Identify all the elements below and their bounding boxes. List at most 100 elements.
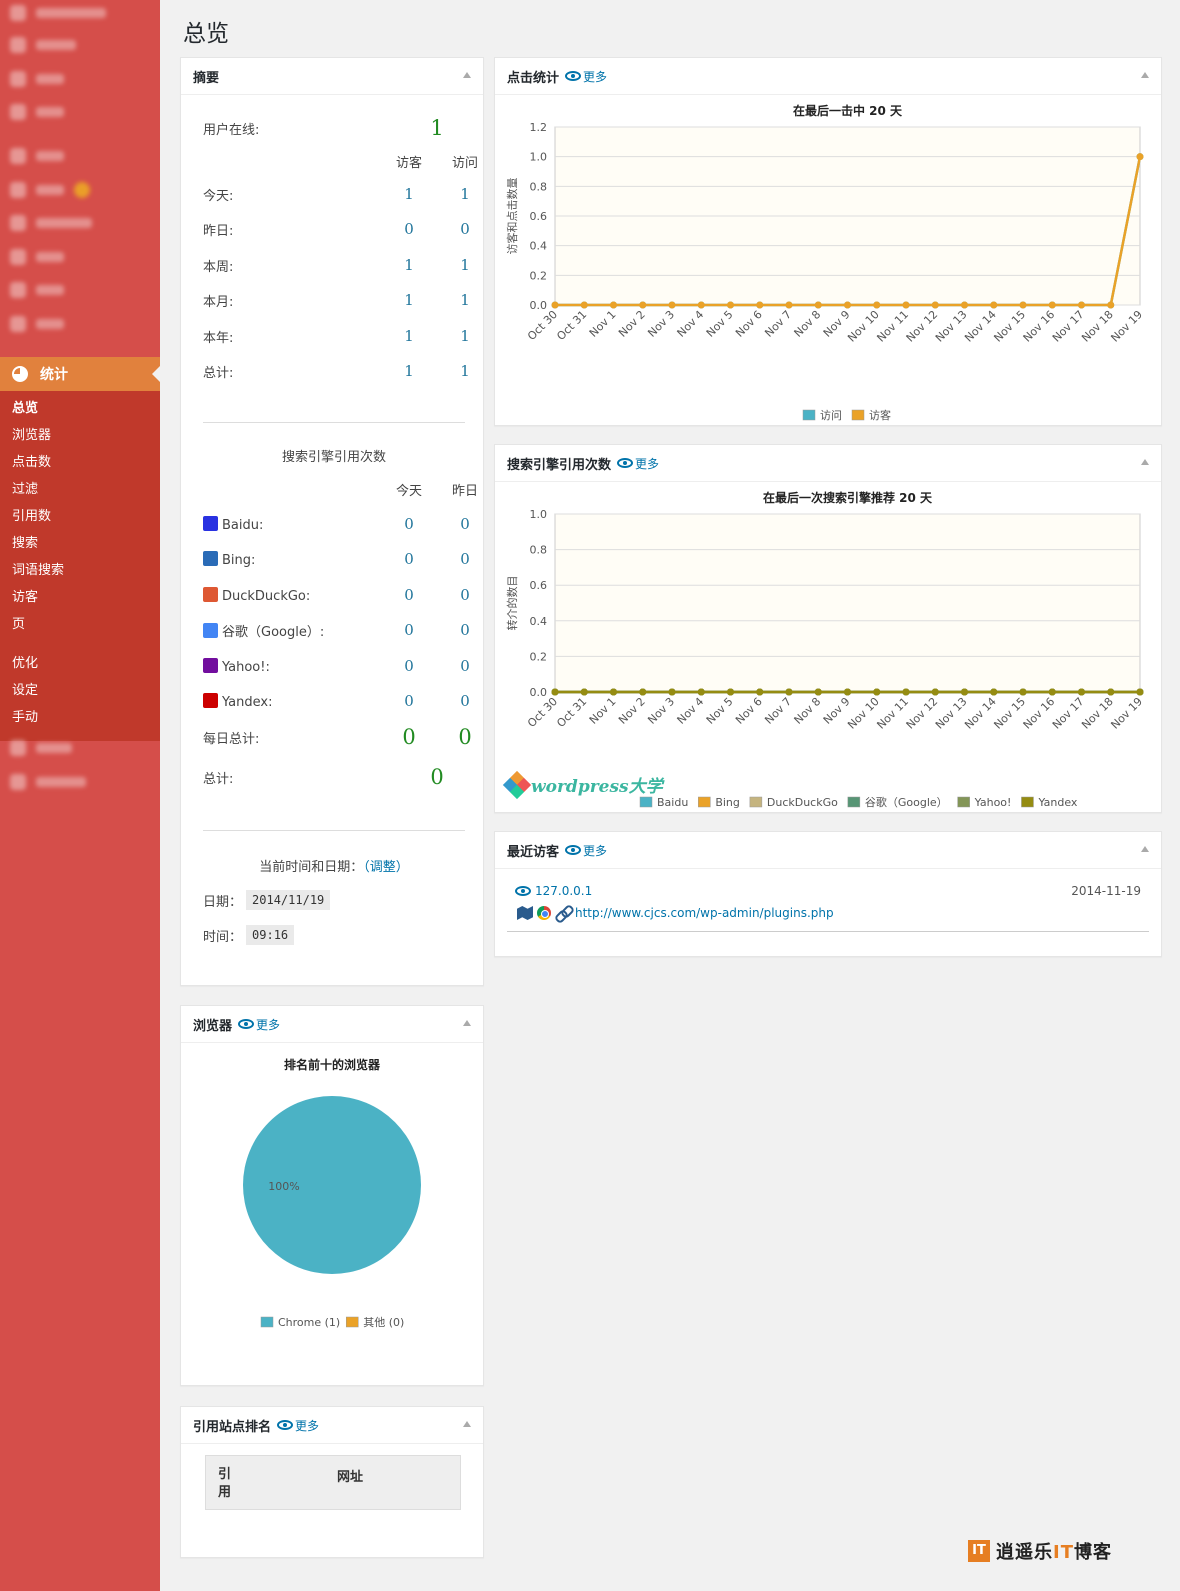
x-tick-label: Oct 30 xyxy=(525,695,560,730)
sidebar-sub-search[interactable]: 搜索 xyxy=(0,530,160,557)
referrers-table-header: 引用 网址 xyxy=(205,1455,461,1510)
sidebar-sub-optimize[interactable]: 优化 xyxy=(0,650,160,677)
summary-box-header[interactable]: 摘要 xyxy=(181,58,483,95)
data-point xyxy=(1048,301,1056,309)
collapse-arrow-icon[interactable] xyxy=(1141,72,1149,78)
sidebar-item-blurred[interactable] xyxy=(10,282,64,298)
sidebar-item-blurred[interactable] xyxy=(10,249,64,265)
search-engine-label: DuckDuckGo: xyxy=(203,586,373,604)
summary-row-year: 本年: 1 1 xyxy=(203,326,470,346)
engine-name: Yandex: xyxy=(222,694,273,710)
x-tick-label: Nov 4 xyxy=(675,308,707,340)
more-link[interactable]: 更多 xyxy=(565,842,607,859)
sidebar-item-blurred[interactable] xyxy=(10,215,92,231)
referrers-box-header[interactable]: 引用站点排名 更多 xyxy=(181,1407,483,1444)
sidebar-sub-browsers[interactable]: 浏览器 xyxy=(0,422,160,449)
more-link[interactable]: 更多 xyxy=(238,1016,280,1033)
collapse-arrow-icon[interactable] xyxy=(463,72,471,78)
y-tick-label: 0.2 xyxy=(530,650,548,663)
yahoo-icon xyxy=(203,657,218,673)
more-link[interactable]: 更多 xyxy=(277,1417,319,1434)
referrers-box-title: 引用站点排名 xyxy=(193,1419,272,1435)
search-col-headers: 今天 昨日 xyxy=(203,480,478,499)
x-tick-label: Nov 3 xyxy=(645,695,677,727)
today-count: 0 xyxy=(404,515,414,533)
page-title: 总览 xyxy=(183,21,229,47)
row-label: 本周: xyxy=(203,259,234,275)
x-tick-label: Oct 30 xyxy=(525,308,560,343)
sidebar-item-blurred[interactable] xyxy=(10,316,64,332)
engine-name: DuckDuckGo: xyxy=(222,588,311,604)
x-tick-label: Oct 31 xyxy=(554,308,589,343)
more-link[interactable]: 更多 xyxy=(617,455,659,472)
it-blog-logo-icon: IT xyxy=(968,1540,990,1562)
legend-swatch xyxy=(802,409,816,421)
y-tick-label: 0.8 xyxy=(530,544,548,557)
plot-area xyxy=(554,513,1141,693)
more-link[interactable]: 更多 xyxy=(565,68,607,85)
sidebar-item-blurred[interactable] xyxy=(10,740,72,756)
recent-box-header[interactable]: 最近访客 更多 xyxy=(495,832,1161,869)
visitor-count: 1 xyxy=(404,362,414,380)
visitor-ip-link[interactable]: 127.0.0.1 xyxy=(515,884,592,898)
sidebar-item-blurred[interactable] xyxy=(10,774,86,790)
browsers-box-header[interactable]: 浏览器 更多 xyxy=(181,1006,483,1043)
engine-name: Bing: xyxy=(222,552,256,568)
sidebar-sub-overview[interactable]: 总览 xyxy=(0,395,160,422)
x-tick-label: Nov 15 xyxy=(991,695,1028,732)
data-point xyxy=(580,301,588,309)
map-icon[interactable] xyxy=(517,906,533,920)
sidebar-sub-referrers[interactable]: 引用数 xyxy=(0,503,160,530)
visitor-count: 1 xyxy=(404,185,414,203)
divider xyxy=(203,422,465,423)
data-point xyxy=(580,688,588,696)
watermark-part: 博客 xyxy=(1073,1542,1112,1563)
legend-swatch xyxy=(851,409,865,421)
yesterday-count: 0 xyxy=(460,621,470,639)
visit-count: 1 xyxy=(460,185,470,203)
sidebar-sub-search-words[interactable]: 词语搜索 xyxy=(0,557,160,584)
row-label: 今天: xyxy=(203,188,234,204)
x-tick-label: Nov 17 xyxy=(1050,695,1087,732)
adjust-link[interactable]: （调整） xyxy=(363,860,409,875)
sidebar-sub-settings[interactable]: 设定 xyxy=(0,677,160,704)
sidebar-item-blurred[interactable] xyxy=(10,104,64,120)
sidebar-sub-manual[interactable]: 手动 xyxy=(0,704,160,731)
visitor-count: 1 xyxy=(404,256,414,274)
x-tick-label: Nov 19 xyxy=(1108,695,1145,732)
row-label: 本月: xyxy=(203,294,234,310)
collapse-arrow-icon[interactable] xyxy=(463,1020,471,1026)
search-engine-row: Bing: 0 0 xyxy=(203,549,470,569)
sidebar-item-blurred[interactable] xyxy=(10,182,90,198)
sidebar-item-statistics[interactable]: 统计 xyxy=(0,357,160,391)
search-engine-row: Yahoo!: 0 0 xyxy=(203,656,470,676)
legend-label: Yahoo! xyxy=(974,796,1012,809)
hits-box-header[interactable]: 点击统计 更多 xyxy=(495,58,1161,95)
sidebar-item-blurred[interactable] xyxy=(10,5,106,21)
collapse-arrow-icon[interactable] xyxy=(463,1421,471,1427)
search-engine-label: Baidu: xyxy=(203,515,373,533)
search-box: 搜索引擎引用次数 更多 在最后一次搜索引擎推荐 20 天 0.0 0.2 0.4 0.6… xyxy=(494,444,1162,813)
sidebar-sub-pages[interactable]: 页 xyxy=(0,611,160,638)
bing-icon xyxy=(203,550,218,566)
search-engine-row: Baidu: 0 0 xyxy=(203,514,470,534)
sidebar-sub-filters[interactable]: 过滤 xyxy=(0,476,160,503)
x-tick-label: Nov 3 xyxy=(645,308,677,340)
hits-box-title: 点击统计 xyxy=(507,70,560,86)
search-engine-label: 谷歌（Google）: xyxy=(203,621,373,640)
chart-title: 排名前十的浏览器 xyxy=(284,1057,381,1072)
sidebar-item-blurred[interactable] xyxy=(10,37,76,53)
collapse-arrow-icon[interactable] xyxy=(1141,846,1149,852)
x-tick-label: Nov 13 xyxy=(933,308,970,345)
sidebar-item-blurred[interactable] xyxy=(10,148,64,164)
sidebar-sub-hits[interactable]: 点击数 xyxy=(0,449,160,476)
search-box-header[interactable]: 搜索引擎引用次数 更多 xyxy=(495,445,1161,482)
col-visit: 访问 xyxy=(451,156,478,171)
summary-row-total: 总计: 1 1 xyxy=(203,361,470,381)
x-tick-label: Nov 18 xyxy=(1079,695,1116,732)
collapse-arrow-icon[interactable] xyxy=(1141,459,1149,465)
se-total-value: 0 xyxy=(430,765,444,789)
sidebar-item-blurred[interactable] xyxy=(10,71,64,87)
visitor-referrer-url[interactable]: http://www.cjcs.com/wp-admin/plugins.php xyxy=(575,906,834,920)
sidebar-sub-visitors[interactable]: 访客 xyxy=(0,584,160,611)
